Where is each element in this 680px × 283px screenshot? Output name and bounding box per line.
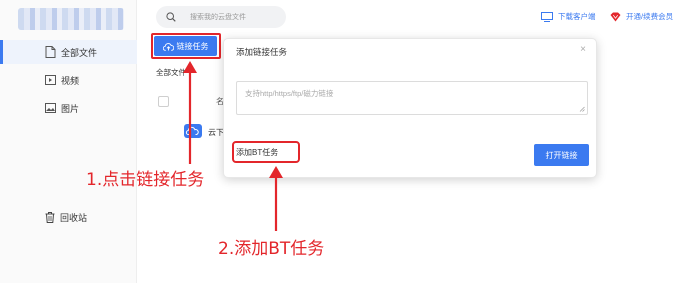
sidebar-item-label: 回收站	[60, 213, 88, 223]
link-input-placeholder: 支持http/https/ftp/磁力链接	[245, 89, 334, 98]
membership-label: 开通/续费会员	[626, 12, 674, 21]
sidebar-item-label: 全部文件	[61, 48, 98, 58]
sidebar-item-images[interactable]: 图片	[0, 96, 137, 120]
download-client-label: 下载客户端	[558, 12, 596, 21]
vip-badge-icon	[610, 12, 621, 21]
sidebar-item-all-files[interactable]: 全部文件	[0, 40, 137, 64]
sidebar: 全部文件 视频 图片 回收站	[0, 0, 137, 283]
search-input[interactable]: 搜索我的云盘文件	[190, 12, 246, 22]
resize-grip-icon[interactable]	[579, 106, 585, 112]
download-client-link[interactable]: 下载客户端	[541, 11, 596, 22]
add-link-task-dialog: 添加链接任务 × 支持http/https/ftp/磁力链接 添加BT任务 打开…	[223, 38, 597, 178]
dialog-title: 添加链接任务	[236, 47, 288, 57]
app-logo	[18, 8, 124, 30]
file-row-name[interactable]: 云下	[208, 127, 224, 138]
sidebar-item-label: 图片	[61, 104, 80, 114]
trash-icon	[45, 212, 55, 223]
open-link-button[interactable]: 打开链接	[534, 144, 589, 166]
close-icon[interactable]: ×	[580, 44, 586, 56]
select-all-checkbox[interactable]	[158, 96, 169, 107]
image-icon	[45, 103, 56, 113]
sidebar-item-trash[interactable]: 回收站	[45, 211, 87, 224]
highlight-box-link-task	[151, 33, 221, 59]
search-bar[interactable]: 搜索我的云盘文件	[156, 6, 286, 28]
sidebar-item-video[interactable]: 视频	[0, 68, 137, 92]
video-icon	[45, 75, 56, 85]
annotation-arrow-up-1	[183, 61, 197, 164]
search-icon	[166, 12, 176, 22]
document-icon	[45, 46, 56, 58]
sidebar-item-label: 视频	[61, 76, 80, 86]
membership-link[interactable]: 开通/续费会员	[610, 11, 673, 22]
annotation-step-1: 1.点击链接任务	[86, 170, 205, 190]
annotation-step-2: 2.添加BT任务	[218, 239, 325, 259]
annotation-arrow-up-2	[269, 166, 283, 231]
monitor-icon	[541, 11, 553, 22]
link-input-field[interactable]: 支持http/https/ftp/磁力链接	[236, 81, 588, 115]
highlight-box-add-bt	[232, 141, 300, 163]
